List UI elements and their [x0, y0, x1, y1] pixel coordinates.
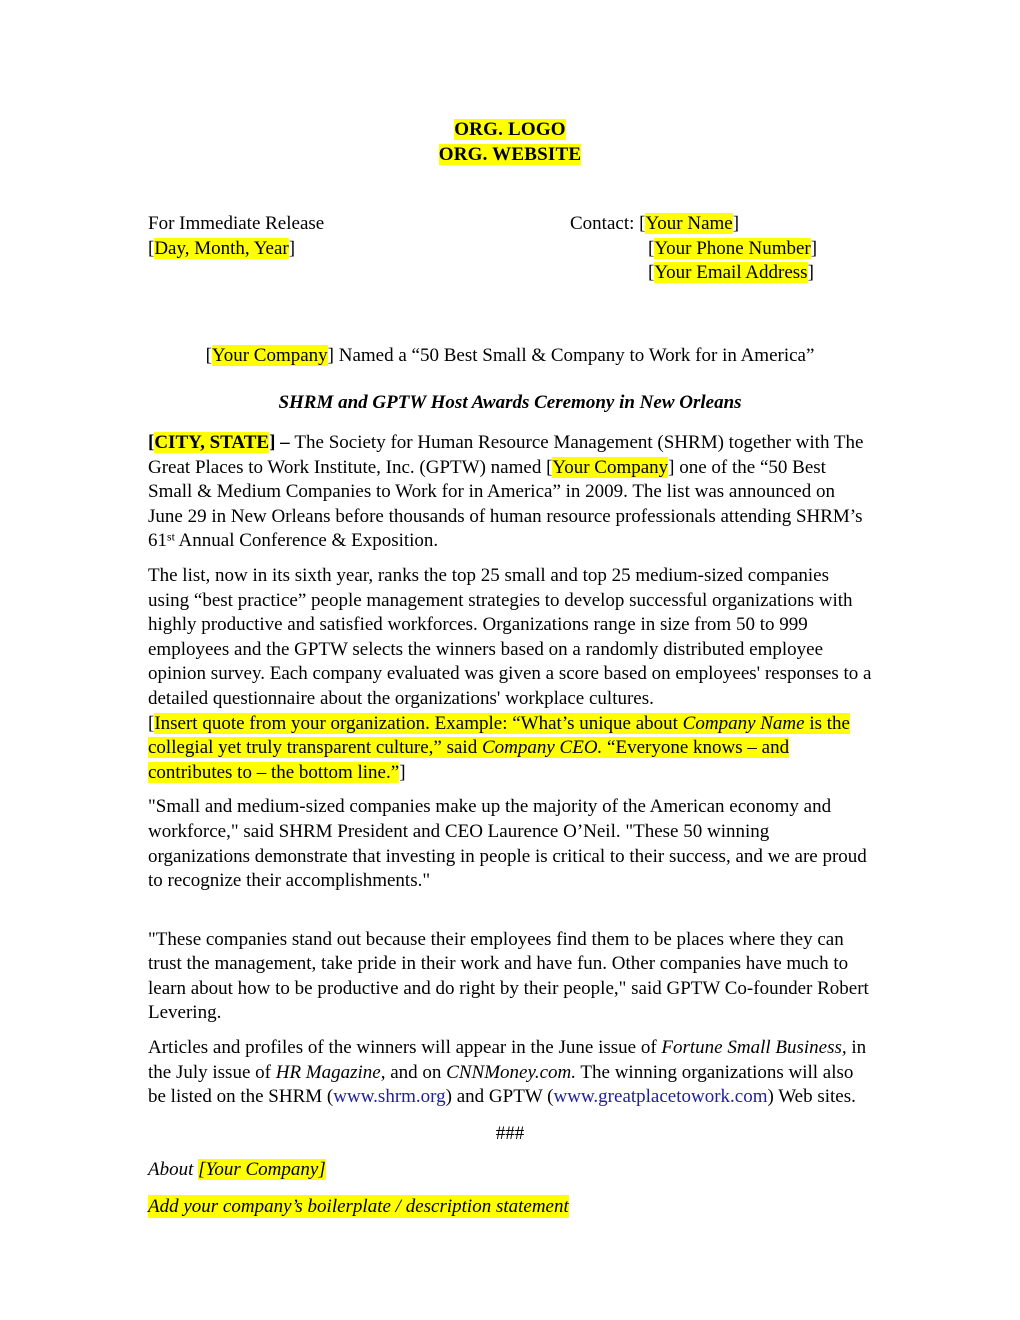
- p1-segment-3: Annual Conference & Exposition.: [174, 530, 439, 552]
- release-contact-block: For Immediate Release [Day, Month, Year]…: [148, 212, 872, 287]
- body-paragraph-2: The list, now in its sixth year, ranks t…: [148, 564, 872, 709]
- document-content: ORG. LOGO ORG. WEBSITE For Immediate Rel…: [148, 118, 872, 1220]
- for-immediate-release-label: For Immediate Release: [148, 213, 325, 234]
- org-website-text: ORG. WEBSITE: [438, 143, 582, 165]
- about-company-placeholder[interactable]: [Your Company]: [198, 1159, 326, 1181]
- dateline-bracket-close: ] –: [269, 432, 295, 453]
- contact-email-line: [Your Email Address]: [570, 261, 870, 286]
- press-release-document: ORG. LOGO ORG. WEBSITE For Immediate Rel…: [0, 0, 1020, 1320]
- subheadline: SHRM and GPTW Host Awards Ceremony in Ne…: [278, 391, 742, 413]
- greatplacetowork-website-link[interactable]: www.greatplacetowork.com: [554, 1086, 768, 1107]
- release-date-line: [Day, Month, Year]: [148, 237, 568, 262]
- boilerplate-line: Add your company’s boilerplate / descrip…: [148, 1195, 872, 1220]
- release-date-placeholder[interactable]: Day, Month, Year: [154, 237, 289, 259]
- contact-email-placeholder[interactable]: Your Email Address: [654, 262, 808, 283]
- about-label: About: [148, 1159, 199, 1181]
- body-paragraph-5: Articles and profiles of the winners wil…: [148, 1036, 872, 1110]
- quote-segment-1: Insert quote from your organization. Exa…: [154, 712, 683, 734]
- quote-company-name-placeholder[interactable]: Company Name: [682, 712, 805, 734]
- headline-company-placeholder[interactable]: Your Company: [211, 345, 328, 366]
- p5-segment-6: ) Web sites.: [767, 1086, 856, 1108]
- shrm-website-link[interactable]: www.shrm.org: [333, 1086, 445, 1107]
- contact-name-placeholder[interactable]: Your Name: [645, 213, 733, 234]
- end-separator: ###: [495, 1122, 525, 1144]
- bracket-close: ]: [810, 237, 818, 259]
- org-logo-text: ORG. LOGO: [454, 119, 566, 140]
- contact-phone-line: [Your Phone Number]: [570, 237, 870, 262]
- publication-hr-magazine: HR Magazine: [275, 1061, 381, 1083]
- body-paragraph-3: "Small and medium-sized companies make u…: [148, 796, 867, 892]
- p5-segment-3: , and on: [380, 1061, 447, 1083]
- p5-segment-1: Articles and profiles of the winners wil…: [148, 1037, 662, 1059]
- bracket-close: ]: [807, 262, 814, 283]
- contact-name-line: Contact: [Your Name]: [570, 212, 870, 237]
- ordinal-suffix: st: [167, 530, 175, 544]
- publication-cnnmoney: CNNMoney.com.: [446, 1061, 576, 1083]
- release-left-column: For Immediate Release [Day, Month, Year]: [148, 212, 568, 261]
- bracket-close: ]: [288, 237, 296, 259]
- headline: [Your Company] Named a “50 Best Small & …: [148, 344, 872, 369]
- p5-segment-5: ) and GPTW (: [445, 1086, 554, 1108]
- boilerplate-placeholder[interactable]: Add your company’s boilerplate / descrip…: [148, 1195, 569, 1219]
- publication-fortune-small-business: Fortune Small Business,: [661, 1037, 847, 1059]
- org-logo-line: ORG. LOGO: [148, 118, 872, 143]
- quote-company-ceo-placeholder[interactable]: Company CEO.: [481, 737, 603, 759]
- quote-bracket-close: ]: [399, 761, 406, 783]
- quote-placeholder-block: [Insert quote from your organization. Ex…: [148, 712, 872, 786]
- dateline-placeholder[interactable]: CITY, STATE: [154, 432, 270, 453]
- p1-company-placeholder[interactable]: Your Company: [552, 456, 669, 478]
- headline-bracket-open: [: [205, 345, 212, 366]
- headline-rest: ] Named a “50 Best Small & Company to Wo…: [327, 345, 815, 366]
- body-paragraph-4: "These companies stand out because their…: [148, 928, 869, 1024]
- bracket-close: ]: [732, 213, 740, 234]
- about-company-line: About [Your Company]: [148, 1158, 872, 1183]
- body-paragraph-1: [CITY, STATE] – The Society for Human Re…: [148, 431, 872, 554]
- org-header: ORG. LOGO ORG. WEBSITE: [148, 118, 872, 167]
- contact-phone-placeholder[interactable]: Your Phone Number: [654, 237, 811, 259]
- contact-column: Contact: [Your Name] [Your Phone Number]…: [570, 212, 870, 286]
- org-website-line: ORG. WEBSITE: [148, 143, 872, 168]
- contact-label: Contact:: [570, 213, 635, 234]
